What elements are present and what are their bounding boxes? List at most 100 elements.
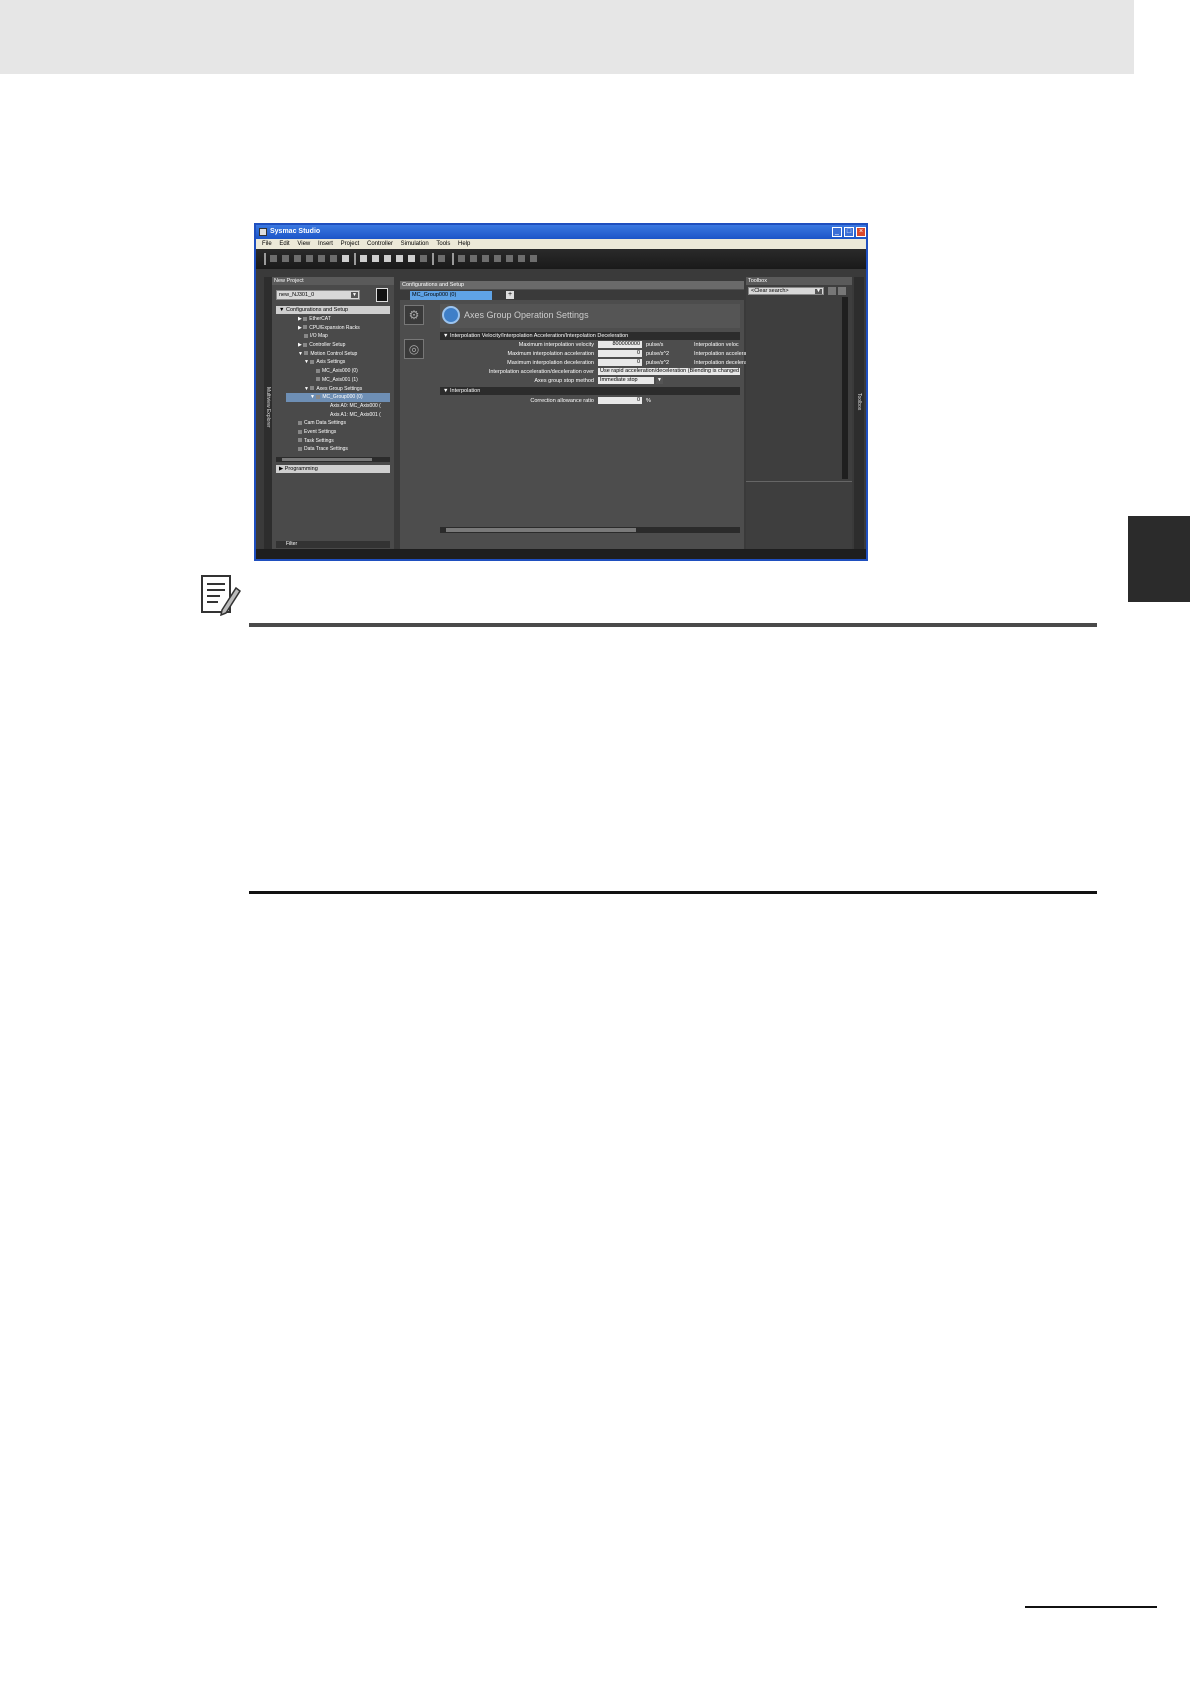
row-accel-over: Interpolation acceleration/deceleration … [488,368,740,375]
simulation-icon[interactable] [438,255,445,262]
chevron-down-icon[interactable]: ▼ [351,292,358,298]
synchronize-icon[interactable] [384,255,391,262]
step-out-icon[interactable] [506,255,513,262]
device-select[interactable]: new_NJ301_0 ▼ [276,290,360,300]
title-bar: Sysmac Studio _ □ × [256,225,866,239]
max-deceleration-field[interactable]: 0 [598,359,642,366]
tree-item[interactable]: Axis A0: MC_Axis000 ( [286,402,390,411]
chapter-side-tab [1128,516,1190,602]
menu-tools[interactable]: Tools [436,239,450,249]
menu-help[interactable]: Help [458,239,470,249]
axes-group-icon[interactable]: ◎ [404,339,424,359]
build-icon[interactable] [372,255,379,262]
page-heading: Axes Group Operation Settings [464,310,589,320]
explorer-scrollbar[interactable] [276,457,390,462]
chevron-down-icon[interactable]: ▼ [815,289,822,294]
toolbox-side-strip[interactable]: Toolbox [854,277,864,553]
filter-bar[interactable]: Filter [276,541,390,548]
chevron-down-icon[interactable]: ▼ [656,377,663,384]
monitor-icon[interactable] [396,255,403,262]
tree-header-programming[interactable]: ▶ Programming [276,465,390,473]
toolbox-side-label: Toolbox [856,393,862,411]
configuration-tree: ▶ EtherCAT ▶ CPU/Expansion Racks I/O Map… [286,315,390,454]
step-over-icon[interactable] [494,255,501,262]
note-top-rule [249,623,1097,627]
max-acceleration-field[interactable]: 0 [598,350,642,357]
menu-view[interactable]: View [297,239,310,249]
tree-item[interactable]: Event Settings [286,428,390,437]
editor-scrollbar[interactable] [440,527,740,533]
explorer-side-strip[interactable]: Multiview Explorer [264,277,272,553]
row-max-velocity: Maximum interpolation velocity 800000000… [518,341,739,348]
controller-status-icon[interactable] [376,288,388,302]
save-icon[interactable] [342,255,349,262]
tree-item[interactable]: MC_Axis001 (1) [286,376,390,385]
axes-settings-icon[interactable]: ⚙ [404,305,424,325]
tree-item[interactable]: Axis A1: MC_Axis001 ( [286,411,390,420]
toolbox-pane: Toolbox <Clear search> ▼ [746,277,852,553]
tree-item[interactable]: ▼ Axis Settings [286,358,390,367]
tree-item[interactable]: Task Settings [286,437,390,446]
tree-item[interactable]: ▼ Motion Control Setup [286,350,390,359]
toolbox-option-icon[interactable] [828,287,836,295]
toolbar-separator [432,253,434,265]
toolbar [256,249,866,269]
row-max-acceleration: Maximum interpolation acceleration 0 pul… [507,350,749,357]
device-name: new_NJ301_0 [279,292,315,298]
step-icon[interactable] [482,255,489,262]
tree-item[interactable]: ▶ Controller Setup [286,341,390,350]
explorer-header: New Project [272,277,394,285]
online-icon[interactable] [360,255,367,262]
copy-icon[interactable] [282,255,289,262]
toolbar-separator [354,253,356,265]
tree-item[interactable]: ▶ EtherCAT [286,315,390,324]
menu-simulation[interactable]: Simulation [401,239,429,249]
minimize-icon[interactable]: _ [832,227,842,237]
stop-method-select[interactable]: Immediate stop [598,377,654,384]
redo-icon[interactable] [330,255,337,262]
tree-item[interactable]: ▶ CPU/Expansion Racks [286,324,390,333]
toolbar-separator [264,253,266,265]
menu-bar: File Edit View Insert Project Controller… [256,239,866,249]
tree-item[interactable]: MC_Axis000 (0) [286,367,390,376]
delete-icon[interactable] [306,255,313,262]
settings-icon[interactable] [530,255,537,262]
toolbox-scrollbar[interactable] [842,297,848,479]
undo-icon[interactable] [318,255,325,262]
search-icon[interactable] [408,255,415,262]
tab-mc-group000[interactable]: MC_Group000 (0) [410,291,492,300]
menu-insert[interactable]: Insert [318,239,333,249]
paste-icon[interactable] [294,255,301,262]
section-interpolation-velocity[interactable]: ▼ Interpolation Velocity/Interpolation A… [440,332,740,340]
note-bottom-rule [249,891,1097,894]
page-header-band [0,0,1134,74]
tree-item-selected[interactable]: ▼ MC_Group000 (0) [286,393,390,402]
menu-controller[interactable]: Controller [367,239,393,249]
tree-item[interactable]: Data Trace Settings [286,445,390,454]
toolbox-search-text: <Clear search> [751,288,789,294]
correction-ratio-field[interactable]: 0 [598,397,642,404]
max-velocity-field[interactable]: 800000000 [598,341,642,348]
pause-icon[interactable] [470,255,477,262]
accel-over-select[interactable]: Use rapid acceleration/deceleration (Ble… [598,368,740,375]
tree-header-configurations[interactable]: ▼ Configurations and Setup [276,306,390,314]
menu-edit[interactable]: Edit [279,239,289,249]
toolbox-search-select[interactable]: <Clear search> ▼ [748,287,824,295]
toolbox-option-icon[interactable] [838,287,846,295]
tree-item[interactable]: Cam Data Settings [286,419,390,428]
maximize-icon[interactable]: □ [844,227,854,237]
close-icon[interactable]: × [856,227,866,237]
section-interpolation[interactable]: ▼ Interpolation [440,387,740,395]
cut-icon[interactable] [270,255,277,262]
menu-file[interactable]: File [262,239,272,249]
tree-item[interactable]: ▼ Axes Group Settings [286,385,390,394]
breakpoint-icon[interactable] [518,255,525,262]
menu-project[interactable]: Project [341,239,360,249]
run-icon[interactable] [458,255,465,262]
scrollbar-thumb[interactable] [446,528,636,532]
tree-item[interactable]: I/O Map [286,332,390,341]
scrollbar-thumb[interactable] [282,458,372,461]
add-tab-icon[interactable]: + [506,291,514,299]
stop-icon[interactable] [420,255,427,262]
toolbox-header: Toolbox [746,277,852,285]
